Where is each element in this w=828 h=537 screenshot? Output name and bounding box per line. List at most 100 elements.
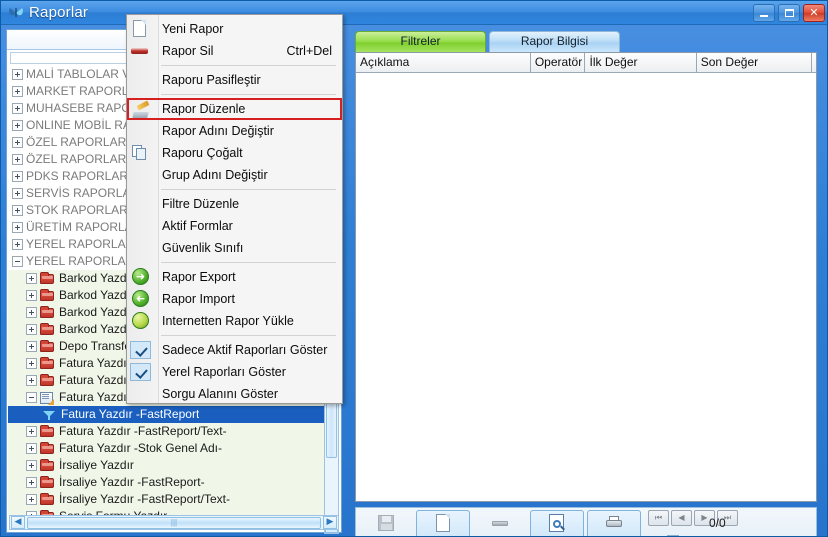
preview-icon <box>547 514 567 533</box>
folder-icon <box>40 289 55 302</box>
scroll-right-icon[interactable]: ▶ <box>323 516 337 529</box>
expander-icon[interactable] <box>12 86 23 97</box>
menu-separator <box>161 262 336 263</box>
tree-item-label: İrsaliye Yazdır -FastReport/Text- <box>59 492 230 506</box>
filter-pane: Filtreler Rapor Bilgisi Açıklama Operatö… <box>349 29 823 536</box>
page-title: Raporlar <box>29 4 89 21</box>
menu-item-label: Yeni Rapor <box>162 22 224 36</box>
menu-item-sadece-aktif-raporlari-goster[interactable]: Sadece Aktif Raporları Göster <box>127 339 342 361</box>
expander-icon[interactable] <box>26 307 37 318</box>
expander-icon[interactable] <box>26 273 37 284</box>
menu-item-yeni-rapor[interactable]: Yeni Rapor <box>127 18 342 40</box>
menu-item-rapor-duzenle[interactable]: Rapor Düzenle <box>127 98 342 120</box>
tree-item-label: Barkod Yazdır <box>59 322 134 336</box>
menu-item-label: Güvenlik Sınıfı <box>162 241 244 255</box>
menu-item-raporu-pasiflestir[interactable]: Raporu Pasifleştir <box>127 69 342 91</box>
new-filter-button[interactable]: Yeni filtre <box>416 510 470 536</box>
context-menu[interactable]: Yeni Rapor Rapor Sil Ctrl+Del Raporu Pas… <box>126 14 343 404</box>
expander-icon[interactable] <box>26 324 37 335</box>
column-header-aciklama[interactable]: Açıklama <box>356 53 531 72</box>
tree-item-label: ONLINE MOBİL RAP <box>26 118 139 132</box>
tree-item[interactable]: Fatura Yazdır -FastReport/Text- <box>8 423 326 440</box>
prev-record-icon[interactable]: ◀ <box>671 510 692 526</box>
tree-horizontal-scrollbar[interactable]: ◀ ||| ▶ <box>9 515 339 530</box>
menu-item-raporu-cogalt[interactable]: Raporu Çoğalt <box>127 142 342 164</box>
menu-item-sorgu-alanini-goster[interactable]: Sorgu Alanını Göster <box>127 383 342 405</box>
expander-icon[interactable] <box>12 205 23 216</box>
close-button[interactable]: ✕ <box>803 4 825 22</box>
expander-icon[interactable] <box>26 494 37 505</box>
scroll-thumb[interactable]: ||| <box>27 516 321 529</box>
show-button[interactable]: Göster <box>530 510 584 536</box>
menu-item-label: Rapor Düzenle <box>162 102 246 116</box>
expander-icon[interactable] <box>26 375 37 386</box>
print-button[interactable]: Yazdır <box>587 510 641 536</box>
expander-icon[interactable] <box>26 426 37 437</box>
tree-item[interactable]: İrsaliye Yazdır -FastReport/Text- <box>8 491 326 508</box>
tree-item-label: STOK RAPORLARI <box>26 203 132 217</box>
expander-icon[interactable] <box>26 460 37 471</box>
folder-icon <box>40 357 55 370</box>
expander-icon[interactable] <box>12 69 23 80</box>
menu-item-label: Sorgu Alanını Göster <box>162 387 279 401</box>
scroll-left-icon[interactable]: ◀ <box>11 516 25 529</box>
menu-item-rapor-sil[interactable]: Rapor Sil Ctrl+Del <box>127 40 342 62</box>
expander-icon[interactable] <box>26 392 37 403</box>
menu-item-label: Rapor Sil <box>162 44 214 58</box>
tree-item-label: Depo Transfer <box>59 339 136 353</box>
folder-icon <box>40 442 55 455</box>
expander-icon[interactable] <box>12 239 23 250</box>
menu-item-guvenlik-sinifi[interactable]: Güvenlik Sınıfı <box>127 237 342 259</box>
folder-icon <box>40 340 55 353</box>
menu-item-label: Yerel Raporları Göster <box>162 365 286 379</box>
expander-icon[interactable] <box>12 137 23 148</box>
column-header-ilk-deger[interactable]: İlk Değer <box>585 53 697 72</box>
menu-item-internetten-rapor-yukle[interactable]: Internetten Rapor Yükle <box>127 310 342 332</box>
printer-icon <box>604 514 624 533</box>
menu-item-grup-adini-degistir[interactable]: Grup Adını Değiştir <box>127 164 342 186</box>
tab-bar: Filtreler Rapor Bilgisi <box>355 31 623 53</box>
tree-item[interactable]: İrsaliye Yazdır <box>8 457 326 474</box>
menu-item-filtre-duzenle[interactable]: Filtre Düzenle <box>127 193 342 215</box>
expander-icon[interactable] <box>12 222 23 233</box>
menu-item-label: Filtre Düzenle <box>162 197 240 211</box>
menu-item-rapor-import[interactable]: ➜ Rapor Import <box>127 288 342 310</box>
save-icon <box>376 514 396 533</box>
expander-icon[interactable] <box>12 188 23 199</box>
menu-item-aktif-formlar[interactable]: Aktif Formlar <box>127 215 342 237</box>
expander-icon[interactable] <box>12 171 23 182</box>
maximize-button[interactable] <box>778 4 800 22</box>
menu-item-rapor-export[interactable]: ➜ Rapor Export <box>127 266 342 288</box>
column-header-operator[interactable]: Operatör <box>531 53 586 72</box>
save-button[interactable]: Kaydet <box>359 510 413 536</box>
copy-icon <box>132 145 146 160</box>
expander-icon[interactable] <box>26 290 37 301</box>
tree-item-label: YEREL RAPORLAR - <box>26 254 142 268</box>
menu-item-rapor-adini-degistir[interactable]: Rapor Adını Değiştir <box>127 120 342 142</box>
menu-item-label: Rapor Export <box>162 270 236 284</box>
tree-item-selected[interactable]: Fatura Yazdır -FastReport <box>8 406 326 423</box>
delete-icon <box>131 48 148 54</box>
tree-item[interactable]: Fatura Yazdır -Stok Genel Adı- <box>8 440 326 457</box>
expander-icon[interactable] <box>12 120 23 131</box>
expander-icon[interactable] <box>26 477 37 488</box>
expander-icon[interactable] <box>26 341 37 352</box>
minimize-button[interactable] <box>753 4 775 22</box>
first-record-icon[interactable]: ⏮ <box>648 510 669 526</box>
expander-icon[interactable] <box>12 103 23 114</box>
tab-rapor-bilgisi[interactable]: Rapor Bilgisi <box>489 31 620 52</box>
tree-item[interactable]: İrsaliye Yazdır -FastReport- <box>8 474 326 491</box>
menu-item-label: Sadece Aktif Raporları Göster <box>162 343 328 357</box>
column-header-filler <box>812 53 816 72</box>
expander-icon[interactable] <box>26 358 37 369</box>
expander-icon[interactable] <box>26 443 37 454</box>
expander-icon[interactable] <box>12 154 23 165</box>
menu-item-yerel-raporlari-goster[interactable]: Yerel Raporları Göster <box>127 361 342 383</box>
filters-grid[interactable]: Açıklama Operatör İlk Değer Son Değer <box>355 52 817 502</box>
erase-icon <box>490 514 510 533</box>
delete-filter-button[interactable]: Filtre sil <box>473 510 527 536</box>
tab-filtreler[interactable]: Filtreler <box>355 31 486 52</box>
column-header-son-deger[interactable]: Son Değer <box>697 53 812 72</box>
folder-icon <box>40 425 55 438</box>
expander-icon[interactable] <box>12 256 23 267</box>
